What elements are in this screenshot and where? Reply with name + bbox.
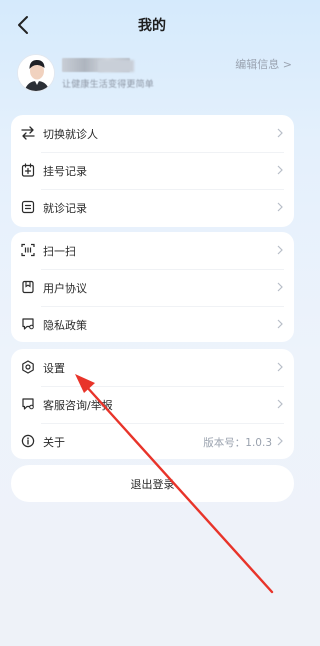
chevron-right-icon	[277, 245, 283, 255]
menu-card-patient: 切换就诊人 挂号记录 就诊记录	[11, 115, 294, 227]
privacy-chat-icon	[22, 318, 34, 330]
menu-item-about[interactable]: 关于 版本号：1.0.3	[11, 423, 294, 460]
chevron-right-icon	[277, 202, 283, 212]
profile-header[interactable]: 让健康生活变得更简单 编辑信息 >	[0, 50, 304, 105]
chevron-right-icon	[277, 319, 283, 329]
chevron-right-icon	[277, 436, 283, 446]
menu-item-label: 就诊记录	[43, 202, 87, 215]
menu-item-label: 切换就诊人	[43, 128, 98, 141]
swap-icon	[21, 126, 35, 140]
menu-item-scan[interactable]: 扫一扫	[11, 232, 294, 269]
service-chat-icon	[22, 398, 34, 410]
page-title: 我的	[138, 18, 166, 34]
bookmark-icon	[22, 280, 34, 294]
menu-card-settings: 设置 客服咨询/举报 关于 版本号：1.0.3	[11, 349, 294, 459]
edit-profile-link[interactable]: 编辑信息 >	[235, 56, 292, 72]
menu-item-registration-records[interactable]: 挂号记录	[11, 152, 294, 189]
menu-item-privacy-policy[interactable]: 隐私政策	[11, 306, 294, 343]
logout-button[interactable]: 退出登录	[11, 465, 294, 502]
scan-icon	[21, 243, 35, 257]
avatar-icon	[18, 55, 54, 91]
menu-item-label: 客服咨询/举报	[43, 399, 113, 412]
menu-item-visit-records[interactable]: 就诊记录	[11, 189, 294, 226]
logout-label: 退出登录	[130, 478, 175, 491]
menu-item-label: 隐私政策	[43, 319, 87, 332]
chevron-right-icon: >	[282, 58, 292, 71]
chevron-right-icon	[277, 399, 283, 409]
menu-item-label: 用户协议	[43, 282, 87, 295]
chevron-right-icon	[277, 128, 283, 138]
menu-item-label: 设置	[43, 362, 65, 375]
nav-bar: 我的	[0, 0, 304, 50]
menu-item-label: 挂号记录	[43, 165, 87, 178]
menu-item-label: 关于	[43, 436, 65, 449]
user-name-redacted-2	[98, 60, 134, 72]
chevron-right-icon	[277, 282, 283, 292]
edit-profile-label: 编辑信息	[235, 58, 280, 71]
chevron-right-icon	[277, 362, 283, 372]
document-icon	[21, 200, 35, 214]
settings-icon	[22, 360, 34, 374]
chevron-right-icon	[277, 165, 283, 175]
menu-item-customer-service[interactable]: 客服咨询/举报	[11, 386, 294, 423]
avatar[interactable]	[17, 54, 55, 92]
calendar-plus-icon	[21, 163, 35, 177]
app-version: 版本号：1.0.3	[203, 437, 272, 449]
menu-item-user-agreement[interactable]: 用户协议	[11, 269, 294, 306]
info-icon	[21, 434, 35, 448]
menu-item-label: 扫一扫	[43, 245, 76, 258]
profile-subtitle: 让健康生活变得更简单	[62, 80, 155, 90]
menu-card-tools: 扫一扫 用户协议 隐私政策	[11, 232, 294, 342]
menu-item-switch-patient[interactable]: 切换就诊人	[11, 115, 294, 152]
menu-item-settings[interactable]: 设置	[11, 349, 294, 386]
